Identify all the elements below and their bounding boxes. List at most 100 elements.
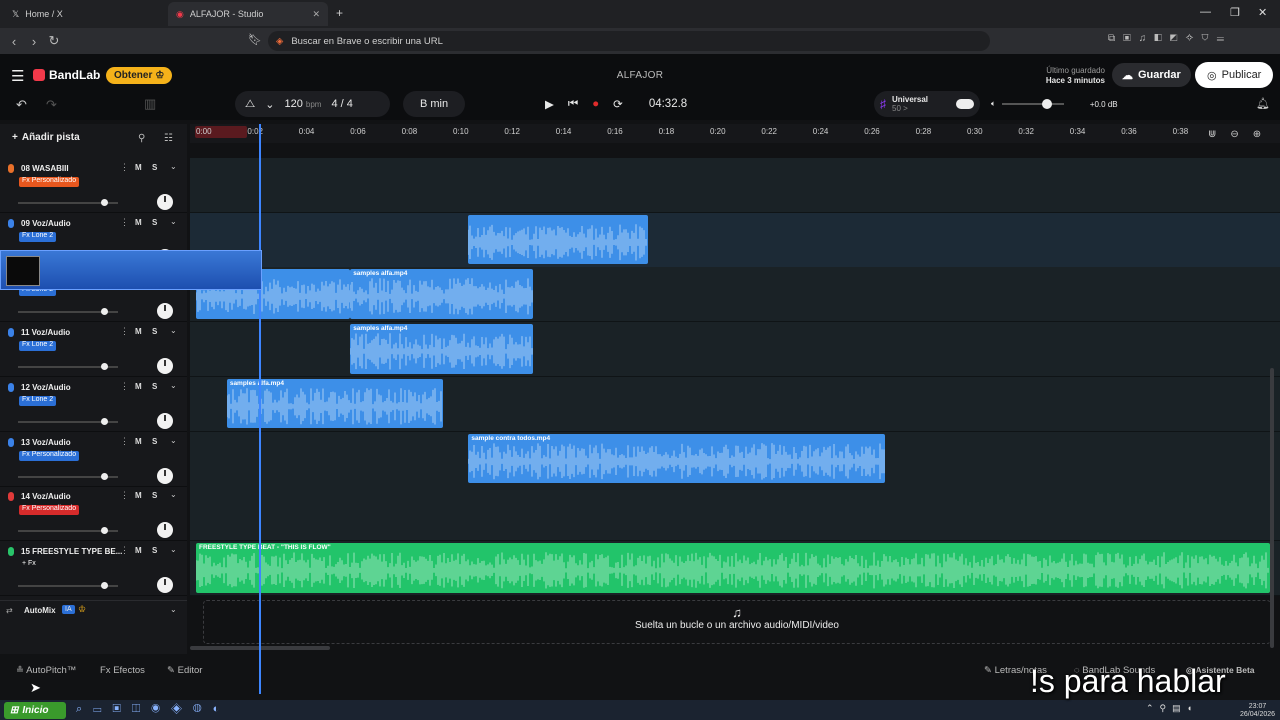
pan-knob[interactable] xyxy=(157,358,173,375)
play-icon[interactable]: ▶ xyxy=(545,97,554,111)
get-button[interactable]: Obtener ♔ xyxy=(106,67,173,84)
track-name[interactable]: 08 WASABIII xyxy=(21,164,69,173)
redo-icon[interactable]: ↷ xyxy=(46,97,57,113)
bell-icon[interactable]: 🔔︎ xyxy=(1256,97,1270,110)
mute-button[interactable]: M xyxy=(135,163,142,172)
add-track-button[interactable]: + Añadir pista xyxy=(12,132,80,143)
pan-knob[interactable] xyxy=(157,194,173,210)
close-tab-icon[interactable]: ✕ xyxy=(312,9,320,20)
chevron-down-icon[interactable]: ⌄ xyxy=(170,605,177,614)
tab-alfajor-studio[interactable]: ◉ ALFAJOR - Studio ✕ xyxy=(168,2,328,26)
mute-button[interactable]: M xyxy=(135,491,142,500)
loop-icon[interactable]: ⟳ xyxy=(613,97,623,111)
track-name[interactable]: 11 Voz/Audio xyxy=(21,328,70,337)
track-row[interactable]: 14 Voz/Audio ⋮ M S ⌄ Fx Personalizado xyxy=(0,486,187,542)
minimize-icon[interactable]: — xyxy=(1200,6,1211,18)
solo-button[interactable]: S xyxy=(152,382,157,391)
fx-badge[interactable]: Fx Personalizado xyxy=(19,177,80,187)
solo-button[interactable]: S xyxy=(152,546,157,555)
solo-button[interactable]: S xyxy=(152,437,157,446)
tab-editor[interactable]: ✎ Editor xyxy=(167,665,202,676)
fx-badge[interactable]: Fx Lone 2 xyxy=(19,341,57,352)
fx-badge[interactable]: Fx Personalizado xyxy=(19,450,80,461)
chevron-down-icon[interactable]: ⌄ xyxy=(170,162,177,171)
volume-knob[interactable] xyxy=(101,363,108,371)
restore-icon[interactable]: ❐ xyxy=(1230,6,1240,19)
track-lane[interactable] xyxy=(190,486,1280,542)
audio-clip[interactable]: sample contra todos.mp4 xyxy=(468,433,885,484)
save-button[interactable]: ☁ Guardar xyxy=(1112,63,1191,87)
browser-extension-icons[interactable]: ⧉▣♫◧◩✧⛉☰ xyxy=(1108,33,1232,44)
track-row[interactable]: 08 WASABIII ⋮ M S ⌄ Fx Personalizado xyxy=(0,158,187,213)
menu-icon[interactable]: ☰ xyxy=(11,67,24,85)
pan-knob[interactable] xyxy=(157,412,173,429)
time-signature[interactable]: 4 / 4 xyxy=(331,98,352,110)
settings-sliders-icon[interactable]: ☷ xyxy=(164,133,173,144)
tab-effects[interactable]: Fx Efectos xyxy=(100,665,145,676)
volume-knob[interactable] xyxy=(101,199,108,206)
audio-clip[interactable]: samples alfa.mp4 xyxy=(350,324,533,374)
chevron-down-icon[interactable]: ⌄ xyxy=(170,217,177,226)
track-row[interactable]: 15 FREESTYLE TYPE BE... ⋮ M S ⌄ + Fx xyxy=(0,541,187,596)
track-name[interactable]: 13 Voz/Audio xyxy=(21,438,71,447)
zoom-controls[interactable]: ⋓⊖⊕ xyxy=(1208,129,1275,140)
fx-badge[interactable]: + Fx xyxy=(19,560,39,570)
system-tray-icons[interactable]: ⌃⚲▤◖ xyxy=(1146,703,1198,714)
fx-badge[interactable]: Fx Lone 2 xyxy=(19,231,57,242)
track-name[interactable]: 09 Voz/Audio xyxy=(21,219,71,228)
mute-button[interactable]: M xyxy=(135,218,142,227)
publish-button[interactable]: ◎ Publicar xyxy=(1195,62,1274,88)
pan-knob[interactable] xyxy=(157,467,173,484)
pan-knob[interactable] xyxy=(157,522,173,539)
volume-knob[interactable] xyxy=(101,527,108,535)
audio-clip[interactable]: FREESTYLE TYPE BEAT - "THIS IS FLOW" xyxy=(196,542,1270,593)
pan-knob[interactable] xyxy=(157,303,173,320)
more-icon[interactable]: ⋮ xyxy=(120,162,129,173)
chevron-down-icon[interactable]: ⌄ xyxy=(170,381,177,390)
track-row[interactable]: 13 Voz/Audio ⋮ M S ⌄ Fx Personalizado xyxy=(0,432,187,487)
fx-badge[interactable]: Fx Personalizado xyxy=(19,505,80,516)
mute-button[interactable]: M xyxy=(135,327,142,336)
back-icon[interactable]: ‹ xyxy=(4,34,24,49)
tempo-value[interactable]: 120 xyxy=(284,98,302,110)
start-button[interactable]: ⊞ Inicio xyxy=(4,702,66,719)
close-window-icon[interactable]: ✕ xyxy=(1258,6,1267,19)
track-lane[interactable] xyxy=(190,212,1280,268)
tab-home-x[interactable]: 𝕏 Home / X xyxy=(4,2,164,26)
volume-knob[interactable] xyxy=(101,417,108,425)
solo-button[interactable]: S xyxy=(152,218,157,227)
new-tab-icon[interactable]: + xyxy=(336,6,343,20)
universal-toggle[interactable] xyxy=(956,99,974,109)
more-icon[interactable]: ⋮ xyxy=(120,545,129,556)
more-icon[interactable]: ⋮ xyxy=(120,326,129,337)
more-icon[interactable]: ⋮ xyxy=(120,436,129,447)
track-name[interactable]: 15 FREESTYLE TYPE BE... xyxy=(21,547,122,556)
vertical-scrollbar[interactable] xyxy=(1270,368,1274,648)
more-icon[interactable]: ⋮ xyxy=(120,217,129,228)
wand-icon[interactable]: ⚲ xyxy=(138,133,145,144)
volume-knob[interactable] xyxy=(101,308,108,316)
bandlab-logo[interactable]: BandLab xyxy=(33,68,100,82)
taskbar-app-icons[interactable]: ⌕▭▣◫◉◈◍◐ xyxy=(76,703,230,716)
undo-icon[interactable]: ↶ xyxy=(16,97,27,113)
project-title[interactable]: ALFAJOR xyxy=(560,70,720,81)
solo-button[interactable]: S xyxy=(152,327,157,336)
metronome-icon[interactable]: ⧍ xyxy=(245,98,255,111)
chevron-down-icon[interactable]: ⌄ xyxy=(170,326,177,335)
solo-button[interactable]: S xyxy=(152,491,157,500)
chevron-down-icon[interactable]: ⌄ xyxy=(265,98,274,111)
speaker-icon[interactable]: 🔈︎ xyxy=(991,99,996,109)
mute-button[interactable]: M xyxy=(135,546,142,555)
track-row[interactable]: 11 Voz/Audio ⋮ M S ⌄ Fx Lone 2 xyxy=(0,322,187,378)
chevron-down-icon[interactable]: ⌄ xyxy=(170,545,177,554)
track-name[interactable]: 14 Voz/Audio xyxy=(21,492,71,501)
pan-knob[interactable] xyxy=(157,576,173,593)
drop-zone[interactable]: ♫ Suelta un bucle o un archivo audio/MID… xyxy=(203,600,1271,644)
automix-row[interactable]: ⇄ AutoMix IA ♔ ⌄ xyxy=(0,600,187,620)
volume-slider[interactable] xyxy=(1001,99,1064,109)
tab-autopitch[interactable]: ≗ AutoPitch™ xyxy=(16,665,76,676)
volume-knob[interactable] xyxy=(101,472,108,480)
universal-preset[interactable]: ♯ Universal 50 > xyxy=(874,91,980,117)
forward-icon[interactable]: › xyxy=(24,34,44,49)
track-name[interactable]: 12 Voz/Audio xyxy=(21,383,71,392)
